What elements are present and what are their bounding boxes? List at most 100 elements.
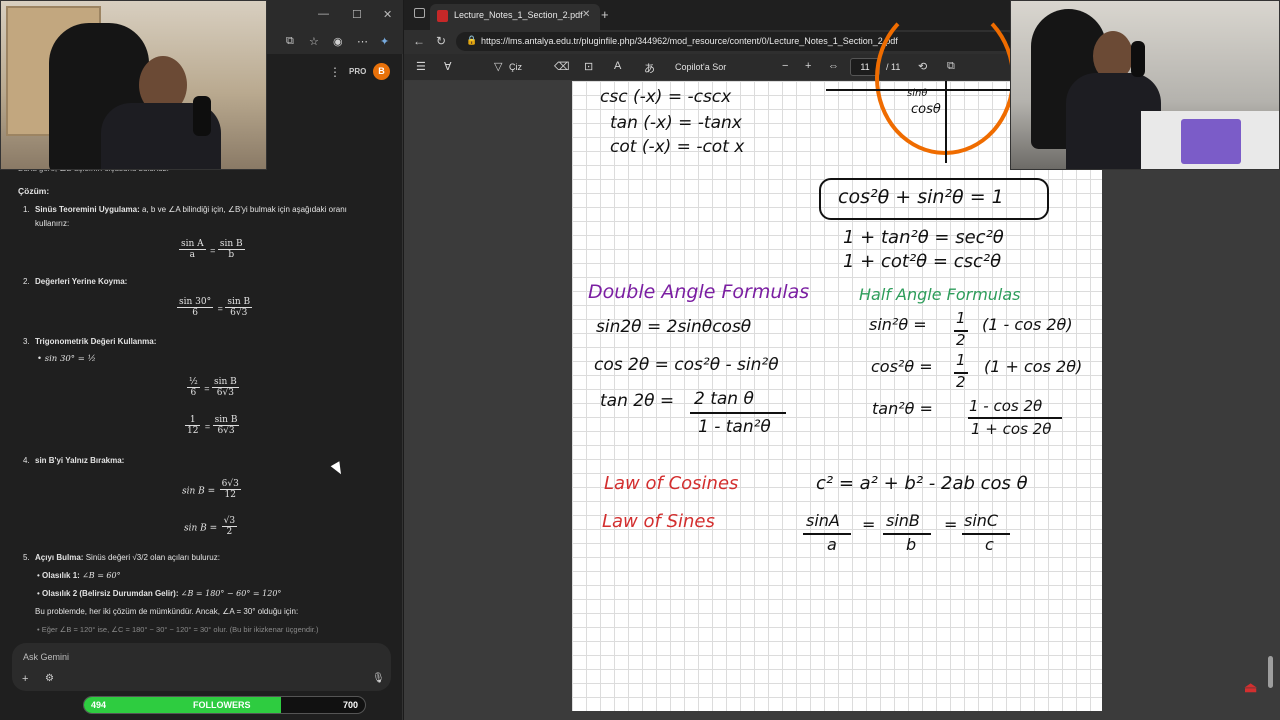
new-tab-button[interactable]: + [601,7,609,22]
double-angle-tan-num: 2 tan θ [694,389,754,409]
step-3-bullet: • sin 30° = ½ [37,354,96,364]
step-4-equation-1: sin B = 6√3 12 [182,479,241,500]
avatar[interactable]: B [373,63,390,80]
double-angle-sin: sin2θ = 2sinθcosθ [596,317,752,337]
law-of-sines-c-den: c [985,535,994,554]
step-number: 4. [23,456,30,465]
law-of-cosines-formula: c² = a² + b² - 2ab cos θ [816,473,1028,494]
more-icon[interactable]: ⋯ [357,35,368,48]
vertical-scrollbar[interactable] [1268,656,1273,688]
step-5-text: Açıyı Bulma: Sinüs değeri √3/2 olan açıl… [35,553,220,562]
add-icon[interactable]: + [22,673,28,685]
back-arrow-icon[interactable]: ← [413,34,425,48]
followers-goal: 700 [343,700,359,710]
negative-angle-cot: cot (-x) = -cot x [610,137,745,157]
close-window-button[interactable]: ✕ [383,8,392,21]
text-box-icon[interactable]: ⊡ [584,60,593,73]
half-angle-sin-rhs: (1 - cos 2θ) [982,315,1073,334]
followers-label: FOLLOWERS [193,700,251,710]
pythagorean-identity-1: cos²θ + sin²θ = 1 [838,186,1004,208]
law-of-cosines-label: Law of Cosines [604,473,739,494]
ask-copilot-button[interactable]: Copilot'a Sor [675,62,726,72]
half-angle-frac-num: 1 [956,309,966,327]
equals-sign: = [862,515,876,534]
lock-icon: 🔒 [466,35,478,45]
pdf-viewer[interactable]: csc (-x) = -cscx tan (-x) = -tanx cot (-… [404,1,1280,720]
ask-placeholder: Ask Gemini [23,652,70,662]
step-3-title: Trigonometrik Değeri Kullanma: [35,337,157,346]
double-angle-cos: cos 2θ = cos²θ - sin²θ [594,355,779,375]
fit-page-icon[interactable]: ⇔ [828,60,839,72]
step-5-note: Bu problemde, her iki çözüm de mümkündür… [35,607,299,616]
followers-progress-fill [84,697,281,713]
translate-icon[interactable]: あ [644,60,655,76]
zoom-in-button[interactable]: + [805,60,811,72]
ask-gemini-input[interactable]: Ask Gemini + ⚙ 🎙 [12,643,391,691]
double-angle-tan-lhs: tan 2θ = [600,391,675,411]
read-aloud-icon[interactable]: A [614,60,621,72]
microphone-icon[interactable]: 🎙 [372,673,385,684]
gemini-titlebar: — ☐ ✕ [267,0,403,30]
law-of-sines-c-num: sinC [964,511,999,530]
solution-heading: Çözüm: [18,186,50,196]
microphone [193,96,211,136]
step-1-text: Sinüs Teoremini Uygulama: a, b ve ∠A bil… [35,205,347,214]
zoom-out-button[interactable]: − [782,60,788,72]
double-angle-tan-den: 1 - tan²θ [698,417,771,437]
highlight-icon[interactable]: ∀ [444,60,452,73]
law-of-sines-label: Law of Sines [602,511,715,532]
webcam-overlay-left [0,0,267,170]
step-number: 2. [23,277,30,286]
close-tab-icon[interactable]: ✕ [582,9,590,20]
followers-current: 494 [91,700,107,710]
draw-label[interactable]: Çiz [509,62,522,72]
half-angle-tan-num: 1 - cos 2θ [969,397,1043,415]
equals-sign: = [944,515,958,534]
minimize-button[interactable]: — [318,8,329,20]
acrobat-icon[interactable]: ⏏ [1244,679,1260,695]
draw-icon[interactable]: ▽ [494,60,502,73]
refresh-icon[interactable]: ↻ [436,34,446,48]
step-2-equation: sin 30° 6 = sin B 6√3 [177,297,253,318]
half-angle-tan-den: 1 + cos 2θ [971,420,1052,438]
step-4-equation-2: sin B = √3 2 [184,516,238,537]
window-menu-icon[interactable] [414,8,425,18]
maximize-button[interactable]: ☐ [352,8,362,21]
step-number: 3. [23,337,30,346]
pythagorean-identity-2: 1 + tan²θ = sec²θ [843,227,1004,248]
contents-icon[interactable]: ☰ [416,60,426,73]
law-of-sines-a-num: sinA [806,511,840,530]
step-2-title: Değerleri Yerine Koyma: [35,277,128,286]
negative-angle-tan: tan (-x) = -tanx [610,113,742,133]
circle-y-axis [945,81,947,163]
pythagorean-identity-3: 1 + cot²θ = csc²θ [843,251,1002,272]
half-angle-frac-den: 2 [956,373,966,391]
profile-icon[interactable]: ◉ [333,35,343,48]
tab-title: Lecture_Notes_1_Section_2.pdf [454,10,583,20]
copilot-icon[interactable]: ✦ [380,35,389,48]
rgb-keyboard [1181,119,1241,164]
eraser-icon[interactable]: ⌫ [554,60,570,73]
step-5-bullet-2: • Olasılık 2 (Belirsiz Durumdan Gelir): … [37,589,282,598]
step-5-sub-bullet: • Eğer ∠B = 120° ise, ∠C = 180° − 30° − … [37,625,319,634]
half-angle-frac-den: 2 [956,331,966,349]
step-3-equation-1: ½6 = sin B 6√3 [187,377,239,398]
url-text: https://lms.antalya.edu.tr/pluginfile.ph… [481,36,898,46]
webcam-overlay-right [1010,0,1280,170]
step-1-text-cont: kullanırız: [35,219,70,228]
circle-sin-label: sinθ [907,88,928,99]
favorite-star-icon[interactable]: ☆ [309,35,319,48]
fraction-bar [968,417,1062,419]
step-number: 5. [23,553,30,562]
step-number: 1. [23,205,30,214]
extensions-icon[interactable]: ⧉ [286,35,294,48]
more-options-icon[interactable]: ⋮ [329,65,341,79]
followers-bar: 494 FOLLOWERS 700 [83,696,366,714]
step-3-equation-2: 1 12 = sin B 6√3 [185,415,240,436]
fraction-bar [690,412,786,414]
circle-cos-label: cosθ [911,102,941,117]
half-angle-cos-rhs: (1 + cos 2θ) [984,357,1083,376]
tools-icon[interactable]: ⚙ [45,673,54,684]
pro-badge: PRO [349,67,367,76]
tab-lecture-notes[interactable]: Lecture_Notes_1_Section_2.pdf ✕ [430,4,600,30]
